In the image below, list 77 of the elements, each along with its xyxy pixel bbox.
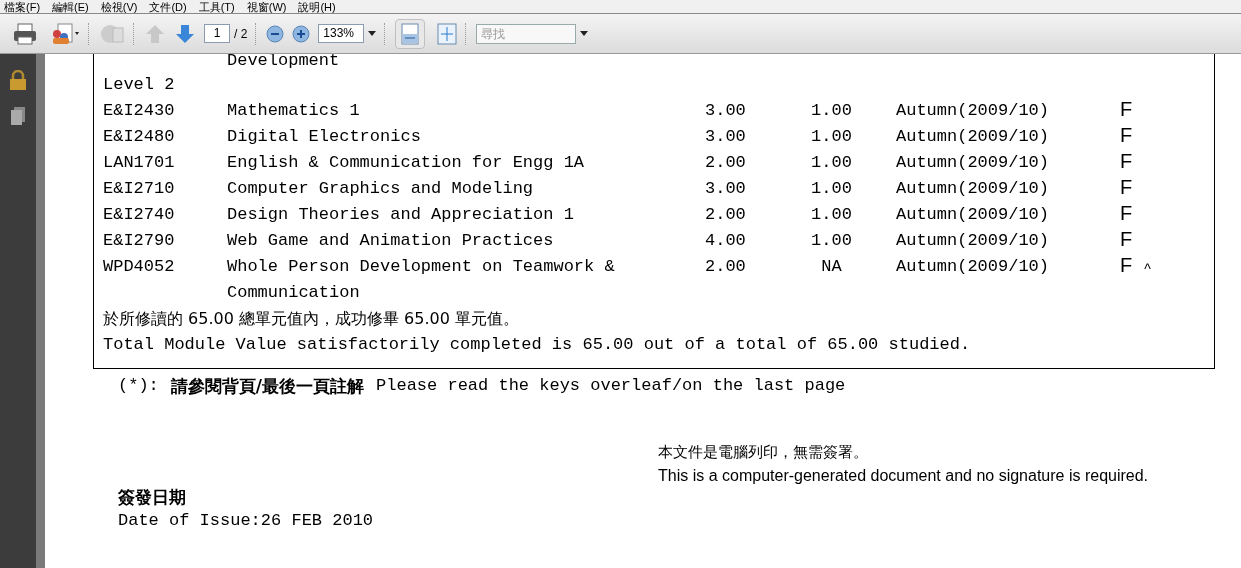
module-factor: 1.00 <box>810 100 853 122</box>
summary-english: Total Module Value satisfactorily completed is 65.00 out of a total of 65.00 studied. <box>103 334 972 356</box>
module-title: Digital Electronics <box>227 126 422 148</box>
module-credits: 3.00 <box>705 100 747 122</box>
module-title: Communication <box>227 282 361 304</box>
down-arrow-icon[interactable] <box>174 22 196 45</box>
module-credits: 2.00 <box>705 204 747 226</box>
module-title: Whole Person Development on Teamwork & <box>227 256 616 278</box>
module-grade: F <box>1120 98 1133 120</box>
module-code: WPD4052 <box>103 256 176 278</box>
footnote-mark: (*): <box>118 375 159 397</box>
module-credits: 2.00 <box>705 152 747 174</box>
module-term: Autumn(2009/10) <box>896 100 1051 122</box>
module-title: Computer Graphics and Modeling <box>227 178 535 200</box>
level-heading: Level 2 <box>103 74 176 96</box>
menu-item[interactable]: 工具(T) <box>198 0 235 14</box>
menu-item[interactable]: 視窗(W) <box>246 0 287 14</box>
module-grade: F <box>1120 228 1133 250</box>
menu-item[interactable]: 檢視(V) <box>100 0 138 14</box>
issue-date-label: 簽發日期 <box>117 486 187 509</box>
module-code: E&I2480 <box>103 126 176 148</box>
summary-chinese: 於所修讀的 65.00 總單元值內，成功修畢 65.00 單元值。 <box>103 308 520 330</box>
module-factor: 1.00 <box>810 204 853 226</box>
find-field[interactable]: 尋找 <box>476 23 577 44</box>
module-title: Web Game and Animation Practices <box>227 230 555 252</box>
module-term: Autumn(2009/10) <box>896 152 1051 174</box>
dropdown-caret-icon[interactable] <box>580 31 589 36</box>
module-grade: F <box>1120 176 1133 198</box>
page-total: / 2 <box>234 25 248 43</box>
issue-date: Date of Issue:26 FEB 2010 <box>117 510 375 532</box>
lock-icon[interactable] <box>9 70 27 90</box>
zoom-out-icon[interactable] <box>266 24 285 43</box>
module-code: E&I2430 <box>103 100 176 122</box>
module-code: LAN1701 <box>103 152 176 174</box>
module-grade: F <box>1120 124 1133 146</box>
zoom-in-icon[interactable] <box>292 24 311 43</box>
module-code: E&I2790 <box>103 230 176 252</box>
print-icon[interactable] <box>12 21 38 46</box>
module-grade: F <box>1120 150 1133 172</box>
module-code: E&I2710 <box>103 178 176 200</box>
module-title: Design Theories and Appreciation 1 <box>227 204 575 226</box>
menu-item[interactable]: 說明(H) <box>298 0 336 14</box>
module-credits: 2.00 <box>705 256 747 278</box>
up-arrow-icon <box>144 22 166 45</box>
module-grade: F <box>1120 202 1133 224</box>
module-factor: NA <box>820 256 843 278</box>
module-term: Autumn(2009/10) <box>896 178 1051 200</box>
module-term: Autumn(2009/10) <box>896 256 1051 278</box>
footnote-english: Please read the keys overleaf/on the last page <box>376 375 846 397</box>
module-term: Autumn(2009/10) <box>896 204 1051 226</box>
module-term: Autumn(2009/10) <box>896 126 1051 148</box>
module-credits: 3.00 <box>705 126 747 148</box>
module-factor: 1.00 <box>810 152 853 174</box>
people-document-icon[interactable] <box>50 21 80 46</box>
computer-note-chinese: 本文件是電腦列印，無需簽署。 <box>658 442 868 463</box>
page-number-field[interactable]: 1 <box>204 24 230 43</box>
module-factor: 1.00 <box>810 178 853 200</box>
zoom-field[interactable]: 133% <box>318 24 365 43</box>
menu-item[interactable]: 文件(D) <box>149 0 187 14</box>
module-factor: 1.00 <box>810 230 853 252</box>
fit-width-icon <box>401 22 420 45</box>
menu-item[interactable]: 檔案(F) <box>4 0 41 14</box>
pages-icon[interactable] <box>10 106 26 126</box>
module-credits: 3.00 <box>705 178 747 200</box>
module-code: E&I2740 <box>103 204 176 226</box>
footnote-chinese: 請參閱背頁/最後一頁註解 <box>170 375 365 398</box>
module-term: Autumn(2009/10) <box>896 230 1051 252</box>
module-title: English & Communication for Engg 1A <box>227 152 586 174</box>
module-grade: F <box>1120 254 1133 276</box>
fit-width-button[interactable] <box>395 18 426 49</box>
dropdown-caret-icon[interactable] <box>368 31 377 36</box>
module-factor: 1.00 <box>810 126 853 148</box>
note-mark: ^ <box>1144 260 1151 279</box>
module-title: Mathematics 1 <box>227 100 361 122</box>
menu-item[interactable]: 編輯(E) <box>52 0 89 14</box>
computer-note-english: This is a computer-generated document and no signature is required. <box>658 466 1149 486</box>
module-credits: 4.00 <box>705 230 747 252</box>
